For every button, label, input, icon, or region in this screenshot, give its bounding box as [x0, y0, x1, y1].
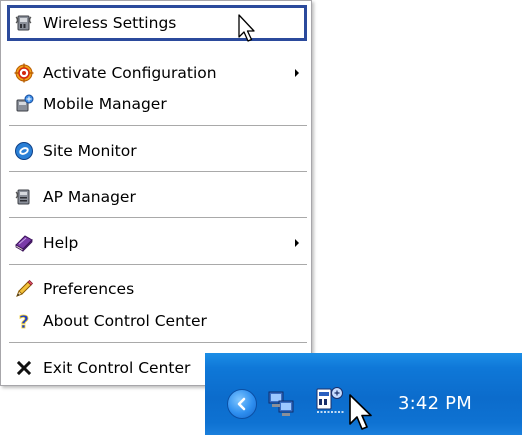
svg-text:?: ? [19, 312, 29, 331]
network-connection-icon[interactable] [267, 389, 297, 417]
menu-item-mobile-manager[interactable]: Mobile Manager [7, 88, 305, 120]
mobile-manager-icon [14, 94, 34, 114]
wireless-settings-icon [14, 13, 34, 33]
menu-item-preferences[interactable]: Preferences [7, 273, 305, 305]
close-x-icon [14, 358, 34, 378]
menu-separator [9, 264, 307, 265]
show-hidden-icons-button[interactable] [227, 389, 257, 419]
menu-item-label: Help [43, 234, 79, 252]
menu-item-label: AP Manager [43, 188, 136, 206]
mouse-cursor-icon [237, 14, 259, 44]
submenu-arrow-icon [295, 239, 299, 247]
submenu-arrow-icon [295, 69, 299, 77]
taskbar-tray: 3:42 PM [205, 353, 522, 435]
menu-item-site-monitor[interactable]: Site Monitor [7, 135, 305, 167]
menu-separator [9, 171, 307, 172]
control-center-context-menu: Wireless Settings Activate Configuration [0, 0, 312, 386]
menu-item-help[interactable]: Help [7, 227, 305, 259]
taskbar-clock[interactable]: 3:42 PM [398, 393, 472, 414]
menu-item-label: Mobile Manager [43, 95, 167, 113]
chevron-left-icon [237, 397, 246, 411]
menu-separator [9, 342, 307, 343]
menu-item-activate-configuration[interactable]: Activate Configuration [7, 57, 305, 89]
menu-separator [9, 125, 307, 126]
help-book-icon [14, 233, 34, 253]
menu-item-about-control-center[interactable]: ? About Control Center [7, 305, 305, 337]
ap-manager-icon [14, 187, 34, 207]
menu-item-label: Activate Configuration [43, 64, 217, 82]
menu-item-ap-manager[interactable]: AP Manager [7, 181, 305, 213]
menu-item-wireless-settings[interactable]: Wireless Settings [7, 5, 307, 41]
site-monitor-icon [14, 141, 34, 161]
mouse-cursor-icon [348, 394, 376, 432]
wireless-control-center-tray-icon[interactable] [315, 385, 347, 417]
menu-item-label: About Control Center [43, 312, 207, 330]
target-icon [14, 63, 34, 83]
menu-item-label: Wireless Settings [43, 14, 177, 32]
pencil-icon [14, 279, 34, 299]
menu-item-label: Exit Control Center [43, 359, 191, 377]
menu-separator [9, 217, 307, 218]
menu-item-label: Preferences [43, 280, 135, 298]
menu-item-label: Site Monitor [43, 142, 137, 160]
question-mark-icon: ? [14, 311, 34, 331]
